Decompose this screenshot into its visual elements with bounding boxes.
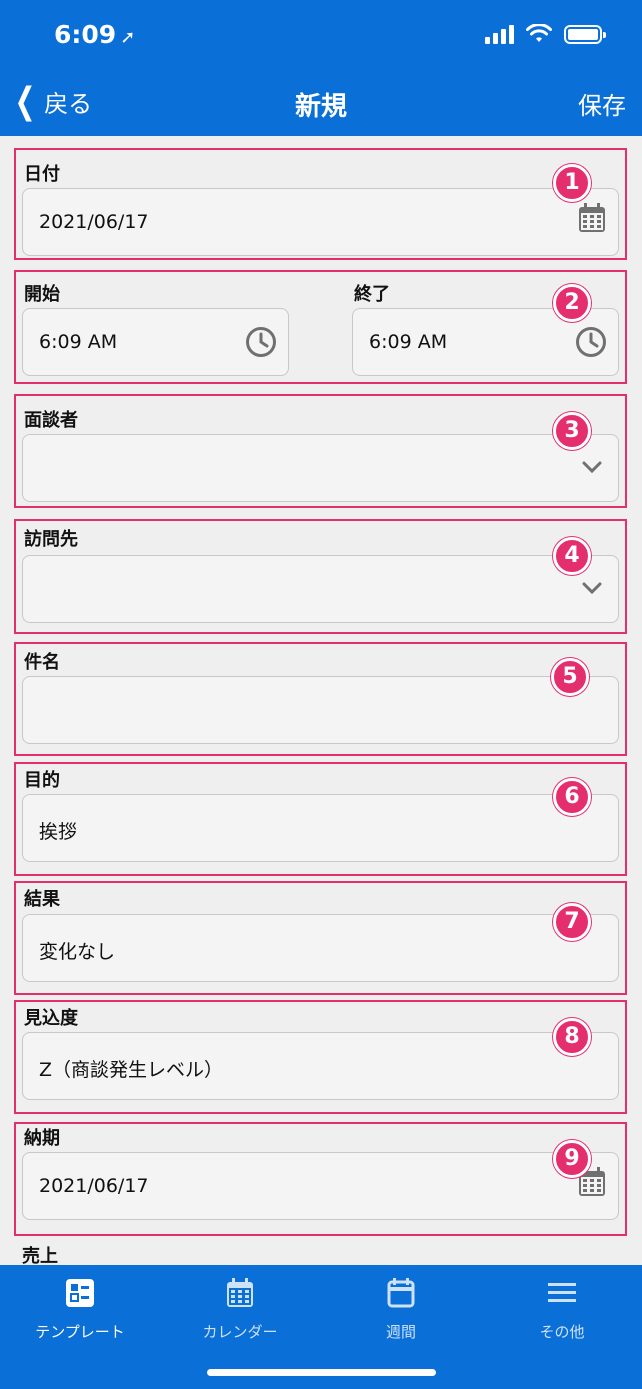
location-arrow-icon: ➚ [120, 27, 136, 48]
subject-group: 件名 5 [14, 642, 627, 756]
purpose-field[interactable]: 挨拶 [22, 794, 619, 862]
purpose-label: 目的 [24, 770, 60, 791]
annotation-marker-6: 6 [553, 778, 591, 816]
date-value: 2021/06/17 [39, 211, 149, 233]
tab-other-label: その他 [539, 1323, 585, 1341]
annotation-marker-9: 9 [553, 1140, 591, 1178]
tab-template[interactable]: テンプレート [0, 1275, 160, 1342]
date-field[interactable]: 2021/06/17 [22, 188, 619, 256]
calendar-icon[interactable] [578, 203, 606, 233]
wifi-icon [526, 24, 552, 42]
purpose-group: 目的 挨拶 6 [14, 762, 627, 876]
chevron-down-icon [582, 461, 602, 473]
status-time-text: 6:09 [54, 20, 117, 49]
prospect-field[interactable]: Z（商談発生レベル） [22, 1032, 619, 1100]
date-label: 日付 [24, 164, 60, 185]
tab-template-label: テンプレート [35, 1323, 125, 1341]
menu-icon [548, 1283, 576, 1302]
result-group: 結果 変化なし 7 [14, 881, 627, 995]
interviewer-label: 面談者 [24, 410, 78, 431]
delivery-label: 納期 [24, 1128, 60, 1149]
end-time-value: 6:09 AM [369, 331, 448, 353]
visit-group: 訪問先 4 [14, 519, 627, 634]
prospect-group: 見込度 Z（商談発生レベル） 8 [14, 1000, 627, 1114]
signal-icon [485, 24, 514, 44]
result-field[interactable]: 変化なし [22, 914, 619, 982]
annotation-marker-8: 8 [553, 1018, 591, 1056]
result-label: 結果 [24, 889, 60, 910]
tab-other[interactable]: その他 [482, 1275, 642, 1342]
annotation-marker-3: 3 [553, 412, 591, 450]
annotation-marker-7: 7 [553, 903, 591, 941]
start-time-field[interactable]: 6:09 AM [22, 308, 289, 376]
annotation-marker-5: 5 [551, 658, 589, 696]
template-icon [66, 1279, 94, 1307]
start-label: 開始 [24, 284, 60, 305]
result-value: 変化なし [39, 941, 116, 963]
purpose-value: 挨拶 [39, 821, 78, 843]
annotation-marker-4: 4 [553, 537, 591, 575]
chevron-down-icon [582, 582, 602, 594]
interviewer-group: 面談者 3 [14, 394, 627, 508]
clock-icon[interactable] [575, 326, 607, 358]
tab-week-label: 週間 [385, 1323, 416, 1341]
save-button[interactable]: 保存 [578, 86, 626, 121]
calendar-icon [227, 1278, 253, 1307]
delivery-date-field[interactable]: 2021/06/17 [22, 1152, 619, 1220]
delivery-group: 納期 2021/06/17 9 [14, 1122, 627, 1236]
tab-week[interactable]: 週間 [321, 1275, 481, 1342]
delivery-date-value: 2021/06/17 [39, 1175, 149, 1197]
subject-label: 件名 [24, 652, 60, 673]
week-icon [387, 1278, 415, 1308]
header: 6:09 ➚ ❮ 戻る 新規 保存 [0, 0, 642, 136]
prospect-value: Z（商談発生レベル） [39, 1059, 224, 1081]
battery-icon [564, 24, 606, 44]
home-indicator [207, 1369, 436, 1376]
start-time-value: 6:09 AM [39, 331, 118, 353]
annotation-marker-2: 2 [553, 284, 591, 322]
annotation-marker-1: 1 [553, 164, 591, 202]
clock-icon[interactable] [245, 326, 277, 358]
status-time: 6:09 ➚ [54, 20, 135, 49]
visit-select[interactable] [22, 555, 619, 623]
date-group: 日付 2021/06/17 1 [14, 148, 627, 260]
tab-calendar-label: カレンダー [202, 1323, 278, 1341]
time-group: 開始 6:09 AM 終了 6:09 AM 2 [14, 270, 627, 384]
subject-input[interactable] [22, 676, 619, 744]
interviewer-select[interactable] [22, 434, 619, 502]
status-icons [485, 24, 606, 44]
visit-label: 訪問先 [24, 529, 78, 550]
end-label: 終了 [354, 284, 390, 305]
tab-calendar[interactable]: カレンダー [160, 1275, 320, 1342]
prospect-label: 見込度 [24, 1008, 78, 1029]
page-title: 新規 [294, 92, 347, 122]
